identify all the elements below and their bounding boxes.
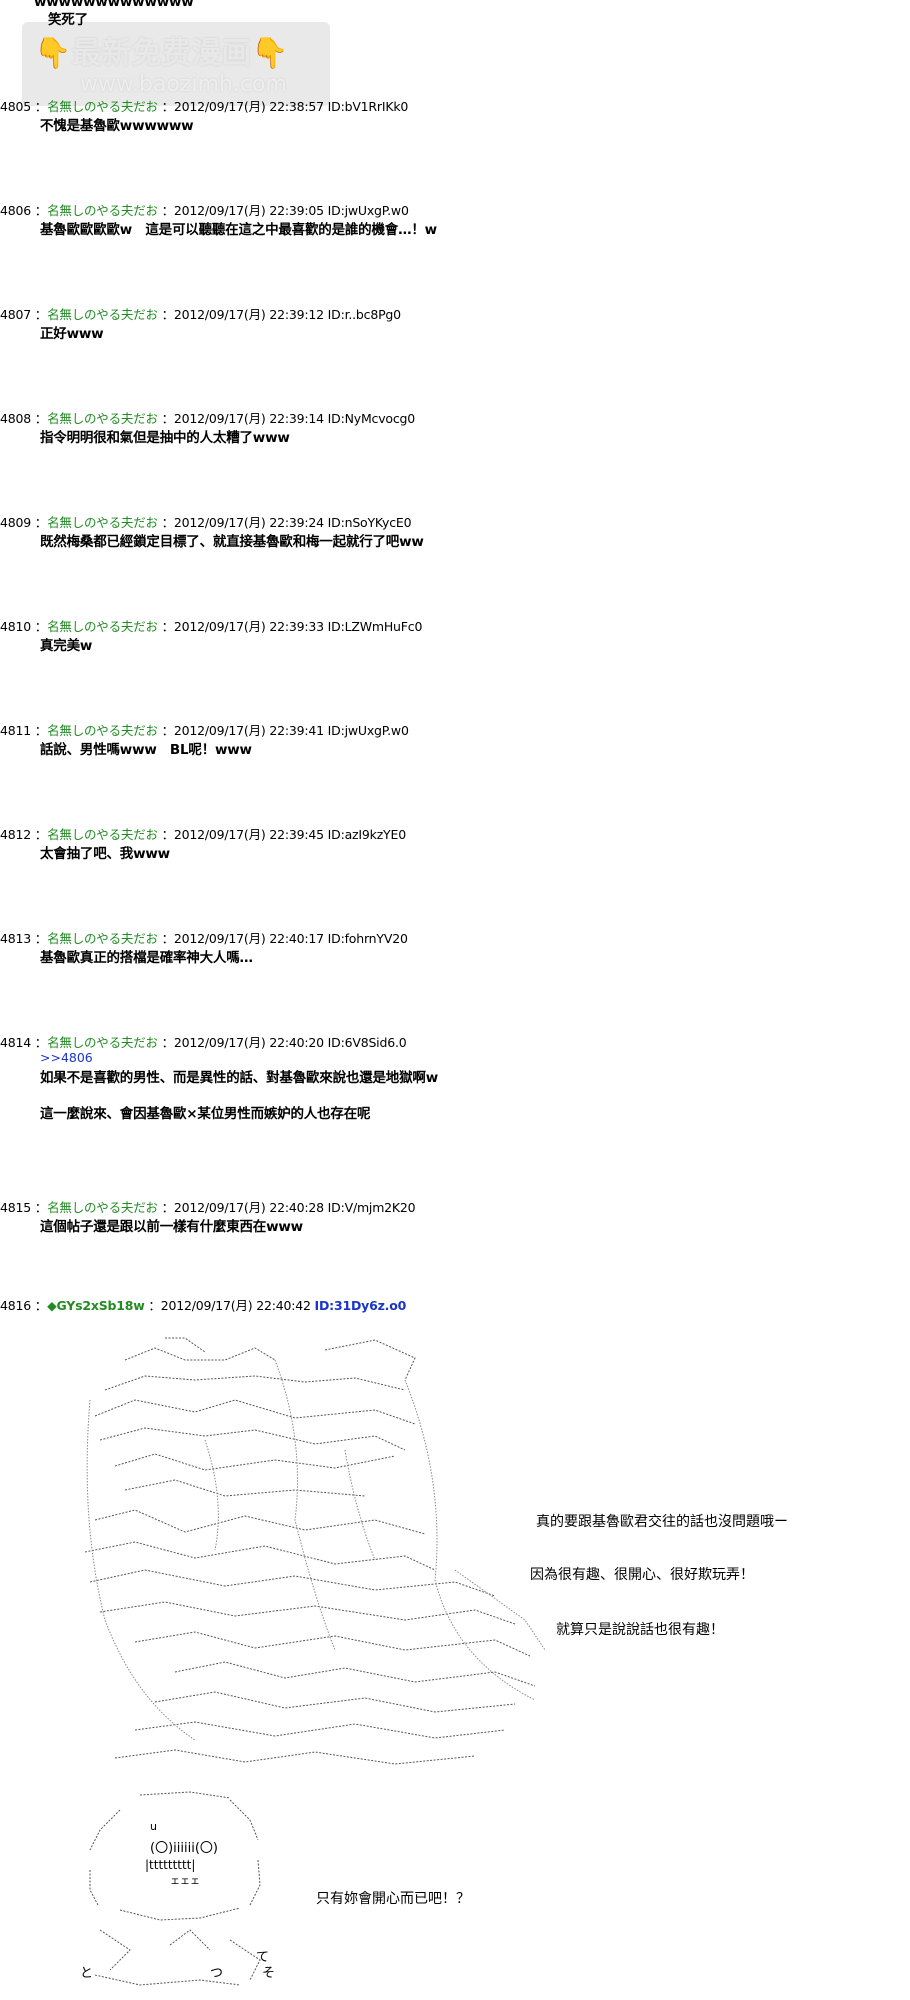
post-date: 2012/09/17(月) 22:39:05 (173, 203, 324, 218)
post-header: 4816 ：◆GYs2xSb18w ：2012/09/17(月) 22:40:4… (0, 1298, 407, 1313)
post-number[interactable]: 4808 (0, 411, 31, 426)
post-header: 4810 ：名無しのやる夫だお ：2012/09/17(月) 22:39:33 … (0, 619, 423, 634)
post-date: 2012/09/17(月) 22:40:20 (173, 1035, 324, 1050)
post-header: 4812 ：名無しのやる夫だお ：2012/09/17(月) 22:39:45 … (0, 827, 406, 842)
post-header: 4809 ：名無しのやる夫だお ：2012/09/17(月) 22:39:24 … (0, 515, 412, 530)
post-body-line: 既然梅桑都已經鎖定目標了、就直接基魯歐和梅一起就行了吧ww (40, 534, 424, 550)
poster-name: 名無しのやる夫だお (47, 203, 158, 218)
face-teeth-text: |ttttttttt| (145, 1858, 196, 1872)
watermark-url: www.baozimh.com (80, 72, 287, 97)
poster-name: 名無しのやる夫だお (47, 99, 158, 114)
poster-id[interactable]: ID:fohrnYV20 (328, 931, 408, 946)
post-date: 2012/09/17(月) 22:39:14 (173, 411, 324, 426)
post-number[interactable]: 4812 (0, 827, 31, 842)
poster-id[interactable]: ID:jwUxgP.w0 (328, 203, 409, 218)
post-number[interactable]: 4806 (0, 203, 31, 218)
post-header: 4808 ：名無しのやる夫だお ：2012/09/17(月) 22:39:14 … (0, 411, 416, 426)
post-number[interactable]: 4811 (0, 723, 31, 738)
post-body-line: 基魯歐真正的搭檔是確率神大人嗎… (40, 950, 253, 966)
post-body-line: 正好www (40, 326, 104, 342)
post-date: 2012/09/17(月) 22:39:41 (173, 723, 324, 738)
watermark-title: 👇最新免费漫画👇 (34, 28, 289, 72)
post-date: 2012/09/17(月) 22:39:45 (173, 827, 324, 842)
poster-name: 名無しのやる夫だお (47, 515, 158, 530)
post-number[interactable]: 4813 (0, 931, 31, 946)
face-eyes-text: (〇)iiiiii(〇) (150, 1841, 218, 1856)
post-date: 2012/09/17(月) 22:39:24 (173, 515, 324, 530)
post-number[interactable]: 4815 (0, 1200, 31, 1215)
poster-id[interactable]: ID:LZWmHuFc0 (328, 619, 423, 634)
face-hand-text: と (80, 1966, 94, 1981)
post-date: 2012/09/17(月) 22:38:57 (173, 99, 324, 114)
ascii-art-character (84, 1337, 546, 1765)
post-date: 2012/09/17(月) 22:39:33 (173, 619, 324, 634)
speech-line: 因為很有趣、很開心、很好欺玩弄！ (530, 1567, 754, 1583)
post-header: 4807 ：名無しのやる夫だお ：2012/09/17(月) 22:39:12 … (0, 307, 401, 322)
post-body-line: 這個帖子還是跟以前一樣有什麼東西在www (40, 1219, 303, 1235)
poster-name: 名無しのやる夫だお (47, 1200, 158, 1215)
pointing-hand-icon: 👇 (34, 36, 72, 71)
post-number[interactable]: 4805 (0, 99, 31, 114)
post-body-line: 這一麼說來、會因基魯歐×某位男性而嫉妒的人也存在呢 (40, 1106, 371, 1122)
post-body-line: 太會抽了吧、我www (40, 846, 170, 862)
post-number[interactable]: 4810 (0, 619, 31, 634)
poster-id[interactable]: ID:nSoYKycE0 (328, 515, 412, 530)
previous-post-line: 笑死了 (48, 12, 88, 28)
poster-name: 名無しのやる夫だお (47, 619, 158, 634)
poster-id[interactable]: ID:31Dy6z.o0 (315, 1298, 407, 1313)
poster-id[interactable]: ID:V/mjm2K20 (328, 1200, 416, 1215)
post-header: 4814 ：名無しのやる夫だお ：2012/09/17(月) 22:40:20 … (0, 1035, 407, 1050)
post-body-line: 基魯歐歐歐歐w 這是可以聽聽在這之中最喜歡的是誰的機會…！w (40, 222, 437, 238)
post-number[interactable]: 4807 (0, 307, 31, 322)
post-header: 4806 ：名無しのやる夫だお ：2012/09/17(月) 22:39:05 … (0, 203, 409, 218)
poster-name: 名無しのやる夫だお (47, 411, 158, 426)
poster-trip: ◆GYs2xSb18w (47, 1298, 145, 1313)
reply-anchor-link[interactable]: >>4806 (40, 1050, 93, 1065)
post-body-line: 指令明明很和氣但是抽中的人太糟了www (40, 430, 290, 446)
post-number[interactable]: 4814 (0, 1035, 31, 1050)
post-body-line: 如果不是喜歡的男性、而是異性的話、對基魯歐來說也還是地獄啊w (40, 1070, 438, 1086)
speech-line: 只有妳會開心而已吧！？ (316, 1891, 470, 1907)
post-body-line: 真完美w (40, 638, 93, 654)
face-hand-text: そ (262, 1966, 276, 1981)
poster-id[interactable]: ID:azI9kzYE0 (328, 827, 406, 842)
poster-name: 名無しのやる夫だお (47, 931, 158, 946)
face-mouth-text: u (150, 1820, 157, 1833)
speech-line: 就算只是說說話也很有趣！ (556, 1622, 724, 1638)
speech-line: 真的要跟基魯歐君交往的話也沒問題哦ー (536, 1514, 788, 1530)
post-header: 4815 ：名無しのやる夫だお ：2012/09/17(月) 22:40:28 … (0, 1200, 416, 1215)
poster-id[interactable]: ID:6V8Sid6.0 (328, 1035, 407, 1050)
post-body-line: 話說、男性嗎www BL呢！www (40, 742, 252, 758)
post-date: 2012/09/17(月) 22:39:12 (173, 307, 324, 322)
poster-id[interactable]: ID:r..bc8Pg0 (328, 307, 401, 322)
post-date: 2012/09/17(月) 22:40:28 (173, 1200, 324, 1215)
poster-name: 名無しのやる夫だお (47, 1035, 158, 1050)
post-header: 4813 ：名無しのやる夫だお ：2012/09/17(月) 22:40:17 … (0, 931, 408, 946)
post-date: 2012/09/17(月) 22:40:17 (173, 931, 324, 946)
poster-name: 名無しのやる夫だお (47, 723, 158, 738)
poster-id[interactable]: ID:NyMcvocg0 (328, 411, 416, 426)
poster-id[interactable]: ID:jwUxgP.w0 (328, 723, 409, 738)
watermark-text: 最新免费漫画 (71, 36, 252, 71)
poster-name: 名無しのやる夫だお (47, 827, 158, 842)
post-body-line: 不愧是基魯歐wwwwww (40, 118, 194, 134)
post-header: 4811 ：名無しのやる夫だお ：2012/09/17(月) 22:39:41 … (0, 723, 409, 738)
poster-id[interactable]: ID:bV1RrIKk0 (328, 99, 409, 114)
post-date: 2012/09/17(月) 22:40:42 (160, 1298, 311, 1313)
post-number[interactable]: 4816 (0, 1298, 31, 1313)
poster-name: 名無しのやる夫だお (47, 307, 158, 322)
post-number[interactable]: 4809 (0, 515, 31, 530)
pointing-hand-icon: 👇 (251, 36, 289, 71)
face-chin-text: ェェェ (170, 1876, 200, 1887)
face-hand-text: つ (210, 1966, 224, 1981)
post-header: 4805 ：名無しのやる夫だお ：2012/09/17(月) 22:38:57 … (0, 99, 409, 114)
